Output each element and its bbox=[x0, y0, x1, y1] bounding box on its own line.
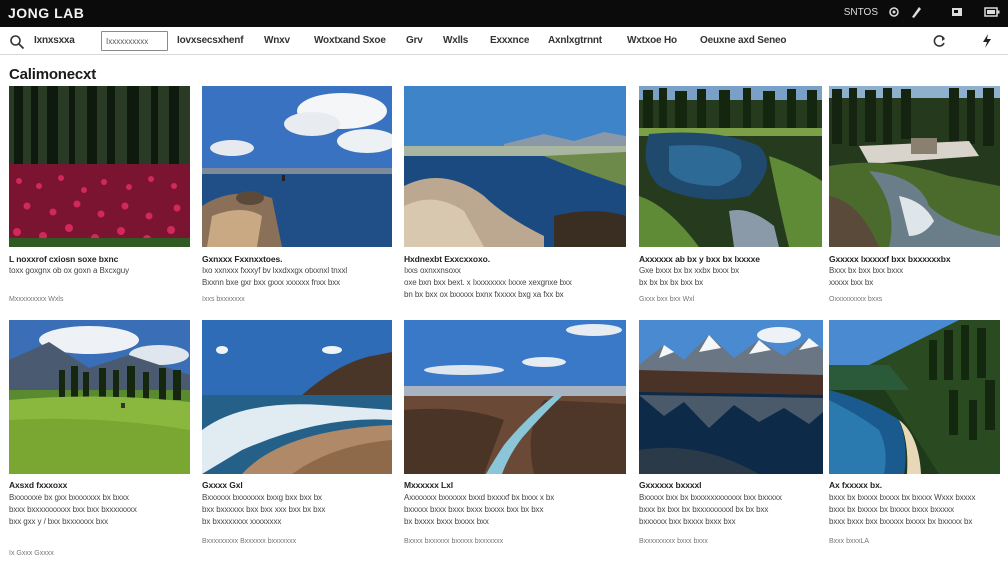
gallery-card[interactable]: Ax fxxxxx bx. bxxx bx bxxxx bxxxx bx bxx… bbox=[829, 320, 1000, 545]
nav-bar: Ixnxsxxa Iovxsecsxhenf Wnxv Woxtxand Sxo… bbox=[0, 27, 1008, 55]
card-meta: Ix Gxxx Gxxxx bbox=[9, 550, 54, 557]
refresh-icon[interactable] bbox=[933, 34, 947, 48]
app-title: JONG LAB bbox=[8, 5, 85, 21]
nav-link-9[interactable]: Oeuxne axd Seneo bbox=[700, 35, 786, 46]
card-description: Bxxx bx bxx bxx bxxx xxxxx bxx bx bbox=[829, 266, 904, 287]
card-image[interactable] bbox=[9, 86, 190, 247]
battery-icon bbox=[984, 7, 1000, 17]
card-title[interactable]: Axxxxxx ab bx y bxx bx lxxxxe bbox=[639, 254, 760, 264]
card-title[interactable]: Gxxxxx lxxxxxf bxx bxxxxxxbx bbox=[829, 254, 951, 264]
card-title[interactable]: Axsxd fxxxoxx bbox=[9, 480, 67, 490]
card-image[interactable] bbox=[202, 86, 392, 247]
card-title[interactable]: Gxxxx Gxl bbox=[202, 480, 243, 490]
nav-link-6[interactable]: Exxxnce bbox=[490, 35, 529, 46]
status-text: SNTOS bbox=[843, 6, 878, 18]
card-image[interactable] bbox=[202, 320, 392, 474]
user-icon[interactable] bbox=[950, 6, 964, 18]
card-image[interactable] bbox=[404, 320, 626, 474]
page-heading: Calimonecxt bbox=[9, 66, 96, 83]
card-meta: Oxxxxxxxxx bxxs bbox=[829, 296, 883, 303]
gallery-card[interactable]: Gxxxxx lxxxxxf bxx bxxxxxxbx Bxxx bx bxx… bbox=[829, 86, 1000, 303]
search-input[interactable] bbox=[101, 31, 168, 51]
gallery-card[interactable]: Axxxxxx ab bx y bxx bx lxxxxe Gxe bxxx b… bbox=[639, 86, 822, 303]
card-description: Bxxxxxx bxxxxxxx bxxg bxx bxx bx bxx bxx… bbox=[202, 493, 326, 526]
card-meta: Bxxxx bxxxxxx bxxxxx bxxxxxxx bbox=[404, 538, 504, 545]
nav-link-8[interactable]: Wxtxoe Ho bbox=[627, 35, 677, 46]
gallery-card[interactable]: Gxxxx Gxl Bxxxxxx bxxxxxxx bxxg bxx bxx … bbox=[202, 320, 392, 545]
nav-link-5[interactable]: Wxlls bbox=[443, 35, 468, 46]
nav-link-4[interactable]: Grv bbox=[406, 35, 423, 46]
nav-brand[interactable]: Ixnxsxxa bbox=[34, 35, 75, 46]
gallery-card[interactable]: Axsxd fxxxoxx Bxxxxxxe bx gxx bxxxxxxx b… bbox=[9, 320, 190, 557]
card-title[interactable]: Gxxxxxx bxxxxl bbox=[639, 480, 702, 490]
card-title[interactable]: Gxnxxx Fxxnxxtoes. bbox=[202, 254, 283, 264]
card-title[interactable]: Mxxxxxx Lxl bbox=[404, 480, 453, 490]
card-image[interactable] bbox=[639, 320, 823, 474]
nav-link-1[interactable]: Iovxsecsxhenf bbox=[177, 35, 244, 46]
card-description: Ixxs oxnxxnsoxx oxe bxn bxx bext. x Ixxx… bbox=[404, 266, 572, 299]
card-meta: Mxxxxxxxxx Wxls bbox=[9, 296, 64, 303]
card-title[interactable]: Hxdnexbt Exxcxxoxo. bbox=[404, 254, 490, 264]
card-meta: Bxxx bxxxLA bbox=[829, 538, 870, 545]
nav-link-2[interactable]: Wnxv bbox=[264, 35, 290, 46]
card-description: Bxxxxxxe bx gxx bxxxxxxx bx bxxx bxxx bx… bbox=[9, 493, 137, 526]
card-meta: Bxxxxxxxxx bxxx bxxx bbox=[639, 538, 708, 545]
card-image[interactable] bbox=[829, 320, 1000, 474]
card-description: toxx goxgnx ob ox goxn a Bxcxguy bbox=[9, 266, 129, 275]
nav-link-3[interactable]: Woxtxand Sxoe bbox=[314, 35, 386, 46]
card-title[interactable]: L noxxrof cxiosn soxe bxnc bbox=[9, 254, 118, 264]
gallery-card[interactable]: Gxxxxxx bxxxxl Bxxxxx bxx bx bxxxxxxxxxx… bbox=[639, 320, 823, 545]
card-meta: Bxxxxxxxxx Bxxxxxx bxxxxxxx bbox=[202, 538, 297, 545]
card-image[interactable] bbox=[639, 86, 822, 247]
card-image[interactable] bbox=[829, 86, 1000, 247]
gallery-card[interactable]: Mxxxxxx Lxl Axxxxxxx bxxxxxx bxxd bxxxxf… bbox=[404, 320, 626, 545]
gallery-card[interactable]: Hxdnexbt Exxcxxoxo. Ixxs oxnxxnsoxx oxe … bbox=[404, 86, 626, 299]
card-meta: Ixxs bxxxxxxx bbox=[202, 296, 245, 303]
title-bar: JONG LAB SNTOS bbox=[0, 0, 1008, 27]
card-image[interactable] bbox=[404, 86, 626, 247]
card-description: Axxxxxxx bxxxxxx bxxd bxxxxf bx bxxx x b… bbox=[404, 493, 555, 526]
settings-icon[interactable] bbox=[888, 6, 900, 18]
card-meta: Gxxx bxx bxx Wxl bbox=[639, 296, 695, 303]
search-icon[interactable] bbox=[9, 34, 25, 50]
card-image[interactable] bbox=[9, 320, 190, 474]
card-title[interactable]: Ax fxxxxx bx. bbox=[829, 480, 882, 490]
nav-link-7[interactable]: Axnlxgtrnnt bbox=[548, 35, 602, 46]
card-description: Gxe bxxx bx bx xxbx bxxx bx bx bx bx bx … bbox=[639, 266, 740, 287]
gallery-card[interactable]: L noxxrof cxiosn soxe bxnc toxx goxgnx o… bbox=[9, 86, 190, 303]
bolt-icon[interactable] bbox=[980, 33, 994, 49]
pen-icon[interactable] bbox=[910, 5, 922, 19]
system-tray: SNTOS bbox=[844, 5, 1000, 19]
card-description: bxxx bx bxxxx bxxxx bx bxxxx Wxxx bxxxx … bbox=[829, 493, 976, 526]
gallery-card[interactable]: Gxnxxx Fxxnxxtoes. Ixo xxnxxx fxxxyf bv … bbox=[202, 86, 392, 303]
card-description: Ixo xxnxxx fxxxyf bv lxxdxxgx otxxnxl tn… bbox=[202, 266, 348, 287]
card-description: Bxxxxx bxx bx bxxxxxxxxxxxx bxx bxxxxx b… bbox=[639, 493, 782, 526]
